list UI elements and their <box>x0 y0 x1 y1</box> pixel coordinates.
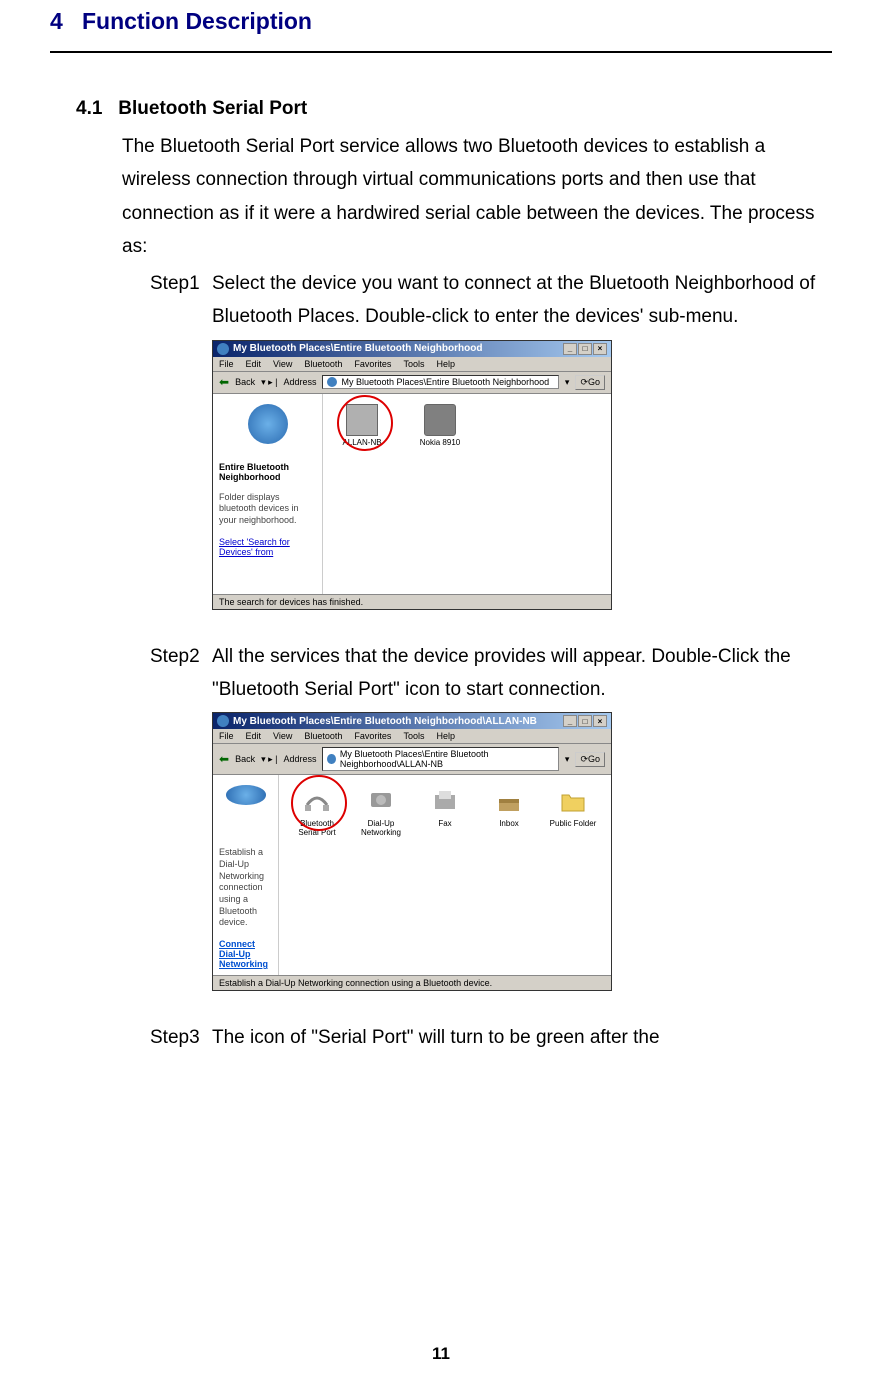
back-button[interactable]: Back <box>235 377 255 387</box>
menu-edit[interactable]: Edit <box>246 359 262 369</box>
back-arrow-icon[interactable]: ⬅ <box>219 752 229 766</box>
window1-titlebar: My Bluetooth Places\Entire Bluetooth Nei… <box>213 341 611 357</box>
menu-view[interactable]: View <box>273 359 292 369</box>
bluetooth-large-icon <box>248 404 288 444</box>
screenshot-2: My Bluetooth Places\Entire Bluetooth Nei… <box>212 712 832 991</box>
maximize-button[interactable]: □ <box>578 715 592 727</box>
window2-statusbar: Establish a Dial-Up Networking connectio… <box>213 975 611 990</box>
menu-view[interactable]: View <box>273 731 292 741</box>
step2-text: All the services that the device provide… <box>212 640 832 707</box>
intro-paragraph: The Bluetooth Serial Port service allows… <box>122 130 832 263</box>
menu-bluetooth[interactable]: Bluetooth <box>304 359 342 369</box>
screenshot-1: My Bluetooth Places\Entire Bluetooth Nei… <box>212 340 832 610</box>
window1-sidebar: Entire Bluetooth Neighborhood Folder dis… <box>213 394 323 594</box>
bluetooth-icon <box>217 343 229 355</box>
sidebar-link[interactable]: Connect Dial-Up Networking <box>219 939 272 969</box>
folder-icon <box>557 785 589 817</box>
page-number: 11 <box>0 1344 882 1364</box>
step3-block: Step3 The icon of "Serial Port" will tur… <box>150 1021 832 1054</box>
back-arrow-icon[interactable]: ⬅ <box>219 375 229 389</box>
sidebar-desc: Folder displays bluetooth devices in you… <box>219 492 316 527</box>
window1-statusbar: The search for devices has finished. <box>213 594 611 609</box>
address-label: Address <box>283 377 316 387</box>
serial-port-icon <box>301 785 333 817</box>
window2-sidebar: Establish a Dial-Up Networking connectio… <box>213 775 279 975</box>
inbox-icon <box>493 785 525 817</box>
window2-menubar: File Edit View Bluetooth Favorites Tools… <box>213 729 611 744</box>
chapter-title: Function Description <box>82 8 312 34</box>
window2-main: Bluetooth Serial Port Dial-Up Networking… <box>279 775 611 975</box>
window2-titlebar: My Bluetooth Places\Entire Bluetooth Nei… <box>213 713 611 729</box>
address-bar[interactable]: My Bluetooth Places\Entire Bluetooth Nei… <box>322 375 558 389</box>
step2-block: Step2 All the services that the device p… <box>150 640 832 707</box>
window1-toolbar: ⬅ Back ▾ ▸ | Address My Bluetooth Places… <box>213 372 611 394</box>
menu-tools[interactable]: Tools <box>403 359 424 369</box>
service-dialup[interactable]: Dial-Up Networking <box>353 785 409 837</box>
chapter-number: 4 <box>50 8 63 34</box>
bluetooth-icon <box>327 377 337 387</box>
menu-help[interactable]: Help <box>436 731 455 741</box>
minimize-button[interactable]: _ <box>563 715 577 727</box>
bluetooth-icon <box>217 715 229 727</box>
bluetooth-large-icon <box>226 785 266 805</box>
maximize-button[interactable]: □ <box>578 343 592 355</box>
section-title: Bluetooth Serial Port <box>118 98 307 119</box>
section-heading: 4.1 Bluetooth Serial Port <box>76 98 832 120</box>
back-button[interactable]: Back <box>235 754 255 764</box>
bluetooth-icon <box>327 754 335 764</box>
section-number: 4.1 <box>76 98 102 119</box>
minimize-button[interactable]: _ <box>563 343 577 355</box>
address-value: My Bluetooth Places\Entire Bluetooth Nei… <box>341 377 549 387</box>
device-label: ALLAN-NB <box>342 438 381 447</box>
step1-text: Select the device you want to connect at… <box>212 267 832 334</box>
window1-menubar: File Edit View Bluetooth Favorites Tools… <box>213 357 611 372</box>
menu-favorites[interactable]: Favorites <box>354 731 391 741</box>
device-allan-nb[interactable]: ALLAN-NB <box>333 404 391 447</box>
menu-help[interactable]: Help <box>436 359 455 369</box>
step1-label: Step1 <box>150 267 212 334</box>
menu-edit[interactable]: Edit <box>246 731 262 741</box>
menu-bluetooth[interactable]: Bluetooth <box>304 731 342 741</box>
service-label: Bluetooth Serial Port <box>289 819 345 837</box>
sidebar-desc: Establish a Dial-Up Networking connectio… <box>219 847 272 929</box>
fax-icon <box>429 785 461 817</box>
chapter-heading: 4 Function Description <box>50 0 832 53</box>
menu-tools[interactable]: Tools <box>403 731 424 741</box>
menu-file[interactable]: File <box>219 731 234 741</box>
menu-favorites[interactable]: Favorites <box>354 359 391 369</box>
window1-main: ALLAN-NB Nokia 8910 <box>323 394 611 594</box>
phone-icon <box>424 404 456 436</box>
go-button[interactable]: ⟳Go <box>575 752 605 767</box>
step2-label: Step2 <box>150 640 212 707</box>
address-label: Address <box>283 754 316 764</box>
address-value: My Bluetooth Places\Entire Bluetooth Nei… <box>340 749 554 769</box>
menu-file[interactable]: File <box>219 359 234 369</box>
close-button[interactable]: × <box>593 715 607 727</box>
window2-title: My Bluetooth Places\Entire Bluetooth Nei… <box>233 716 537 727</box>
sidebar-link[interactable]: Select 'Search for Devices' from <box>219 537 316 557</box>
step3-label: Step3 <box>150 1021 212 1054</box>
close-button[interactable]: × <box>593 343 607 355</box>
sidebar-title: Entire Bluetooth Neighborhood <box>219 462 316 482</box>
dialup-icon <box>365 785 397 817</box>
service-fax[interactable]: Fax <box>417 785 473 828</box>
device-label: Nokia 8910 <box>420 438 460 447</box>
service-label: Dial-Up Networking <box>353 819 409 837</box>
window1-title: My Bluetooth Places\Entire Bluetooth Nei… <box>233 343 482 354</box>
service-public-folder[interactable]: Public Folder <box>545 785 601 828</box>
service-label: Inbox <box>499 819 519 828</box>
device-nokia[interactable]: Nokia 8910 <box>411 404 469 447</box>
service-bluetooth-serial-port[interactable]: Bluetooth Serial Port <box>289 785 345 837</box>
go-button[interactable]: ⟳Go <box>575 375 605 390</box>
service-label: Fax <box>438 819 451 828</box>
address-bar[interactable]: My Bluetooth Places\Entire Bluetooth Nei… <box>322 747 558 771</box>
laptop-icon <box>346 404 378 436</box>
service-label: Public Folder <box>550 819 597 828</box>
window2-toolbar: ⬅ Back ▾ ▸ | Address My Bluetooth Places… <box>213 744 611 775</box>
service-inbox[interactable]: Inbox <box>481 785 537 828</box>
step1-block: Step1 Select the device you want to conn… <box>150 267 832 334</box>
step3-text: The icon of "Serial Port" will turn to b… <box>212 1021 832 1054</box>
